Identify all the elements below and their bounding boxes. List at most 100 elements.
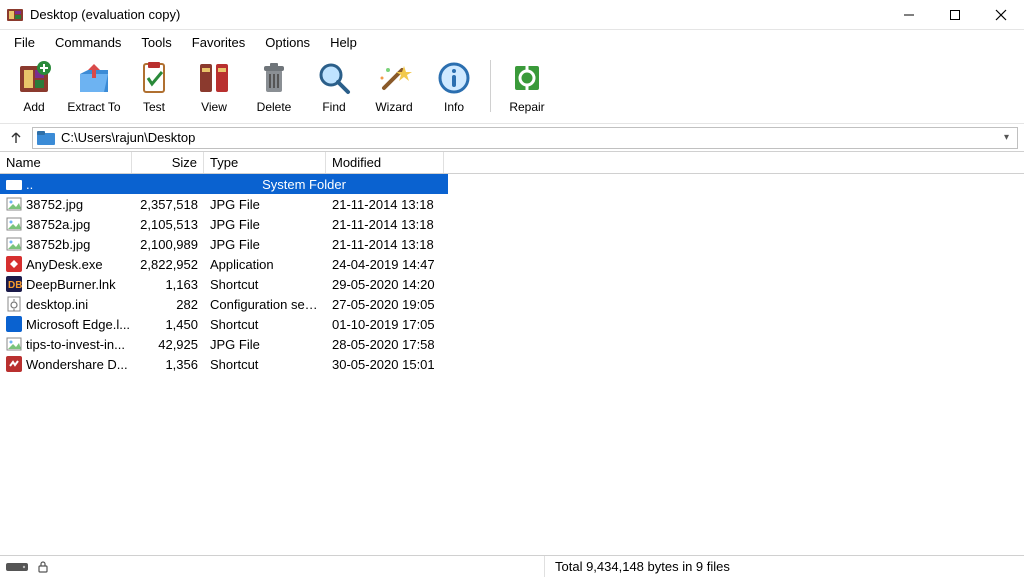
file-modified: 21-11-2014 13:18 — [326, 197, 444, 212]
menu-help[interactable]: Help — [320, 33, 367, 52]
svg-text:DB: DB — [8, 280, 22, 291]
file-row[interactable]: tips-to-invest-in...42,925JPG File28-05-… — [0, 334, 1024, 354]
file-list[interactable]: .. System Folder 38752.jpg2,357,518JPG F… — [0, 174, 1024, 555]
file-size: 42,925 — [132, 337, 204, 352]
add-label: Add — [23, 100, 44, 114]
file-icon — [6, 256, 22, 272]
view-icon — [194, 58, 234, 98]
file-modified: 21-11-2014 13:18 — [326, 217, 444, 232]
minimize-button[interactable] — [886, 0, 932, 30]
file-name: 38752a.jpg — [26, 217, 90, 232]
repair-button[interactable]: Repair — [497, 56, 557, 114]
file-modified: 29-05-2020 14:20 — [326, 277, 444, 292]
pathbar: C:\Users\rajun\Desktop ▾ — [0, 124, 1024, 152]
wizard-label: Wizard — [375, 100, 412, 114]
test-icon — [134, 58, 174, 98]
file-row[interactable]: 38752a.jpg2,105,513JPG File21-11-2014 13… — [0, 214, 1024, 234]
path-field[interactable]: C:\Users\rajun\Desktop ▾ — [32, 127, 1018, 149]
column-headers: Name Size Type Modified — [0, 152, 1024, 174]
file-size: 1,450 — [132, 317, 204, 332]
maximize-button[interactable] — [932, 0, 978, 30]
test-button[interactable]: Test — [124, 56, 184, 114]
file-icon — [6, 316, 22, 332]
toolbar-separator — [490, 60, 491, 112]
file-icon: DB — [6, 276, 22, 292]
file-modified: 27-05-2020 19:05 — [326, 297, 444, 312]
menu-tools[interactable]: Tools — [131, 33, 181, 52]
column-modified[interactable]: Modified — [326, 152, 444, 173]
file-row[interactable]: 38752.jpg 2,357,518JPG File21-11-2014 13:… — [0, 194, 1024, 214]
info-label: Info — [444, 100, 464, 114]
find-icon — [314, 58, 354, 98]
column-size[interactable]: Size — [132, 152, 204, 173]
column-name[interactable]: Name — [0, 152, 132, 173]
file-modified: 01-10-2019 17:05 — [326, 317, 444, 332]
add-button[interactable]: Add — [4, 56, 64, 114]
file-row[interactable]: 38752b.jpg 2,100,989JPG File21-11-2014 13… — [0, 234, 1024, 254]
repair-icon — [507, 58, 547, 98]
view-label: View — [201, 100, 227, 114]
info-button[interactable]: Info — [424, 56, 484, 114]
file-size: 2,357,518 — [132, 197, 204, 212]
file-name: desktop.ini — [26, 297, 88, 312]
file-icon — [6, 296, 22, 312]
find-button[interactable]: Find — [304, 56, 364, 114]
column-type[interactable]: Type — [204, 152, 326, 173]
file-type: Configuration setti... — [204, 297, 326, 312]
path-text: C:\Users\rajun\Desktop — [61, 130, 1000, 145]
file-icon — [6, 336, 22, 352]
delete-label: Delete — [257, 100, 292, 114]
file-row[interactable]: desktop.ini282Configuration setti...27-0… — [0, 294, 1024, 314]
file-name: AnyDesk.exe — [26, 257, 103, 272]
file-modified: 21-11-2014 13:18 — [326, 237, 444, 252]
extract-to-button[interactable]: Extract To — [64, 56, 124, 114]
menu-file[interactable]: File — [4, 33, 45, 52]
file-size: 2,100,989 — [132, 237, 204, 252]
file-modified: 30-05-2020 15:01 — [326, 357, 444, 372]
status-left — [0, 556, 545, 577]
file-type: Application — [204, 257, 326, 272]
file-icon — [6, 196, 22, 212]
statusbar: Total 9,434,148 bytes in 9 files — [0, 555, 1024, 577]
file-name: 38752b.jpg — [26, 237, 90, 252]
file-row[interactable]: AnyDesk.exe2,822,952Application24-04-201… — [0, 254, 1024, 274]
parent-folder-name: .. — [26, 177, 33, 192]
file-size: 2,822,952 — [132, 257, 204, 272]
file-row[interactable]: DBDeepBurner.lnk1,163Shortcut29-05-2020 … — [0, 274, 1024, 294]
file-type: JPG File — [204, 237, 326, 252]
file-name: Wondershare D... — [26, 357, 128, 372]
file-row[interactable]: Wondershare D...1,356Shortcut30-05-2020 … — [0, 354, 1024, 374]
toolbar: Add Extract To Test — [0, 54, 1024, 124]
parent-folder-type: System Folder — [204, 177, 404, 192]
delete-icon — [254, 58, 294, 98]
wizard-icon — [374, 58, 414, 98]
close-button[interactable] — [978, 0, 1024, 30]
folder-up-icon — [6, 176, 22, 192]
extract-icon — [74, 58, 114, 98]
file-modified: 28-05-2020 17:58 — [326, 337, 444, 352]
up-button[interactable] — [6, 128, 26, 148]
menu-favorites[interactable]: Favorites — [182, 33, 255, 52]
menu-commands[interactable]: Commands — [45, 33, 131, 52]
file-name: 38752.jpg — [26, 197, 83, 212]
file-type: Shortcut — [204, 277, 326, 292]
folder-icon — [37, 131, 55, 145]
view-button[interactable]: View — [184, 56, 244, 114]
file-size: 1,356 — [132, 357, 204, 372]
menubar: File Commands Tools Favorites Options He… — [0, 30, 1024, 54]
menu-options[interactable]: Options — [255, 33, 320, 52]
find-label: Find — [322, 100, 345, 114]
file-row[interactable]: Microsoft Edge.l...1,450Shortcut01-10-20… — [0, 314, 1024, 334]
status-lock-icon — [36, 560, 50, 574]
repair-label: Repair — [509, 100, 544, 114]
test-label: Test — [143, 100, 165, 114]
file-name: Microsoft Edge.l... — [26, 317, 130, 332]
chevron-down-icon[interactable]: ▾ — [1000, 132, 1013, 143]
parent-folder-row[interactable]: .. System Folder — [0, 174, 448, 194]
app-icon — [6, 6, 24, 24]
delete-button[interactable]: Delete — [244, 56, 304, 114]
file-icon — [6, 216, 22, 232]
file-type: JPG File — [204, 197, 326, 212]
window-title: Desktop (evaluation copy) — [30, 7, 180, 22]
wizard-button[interactable]: Wizard — [364, 56, 424, 114]
